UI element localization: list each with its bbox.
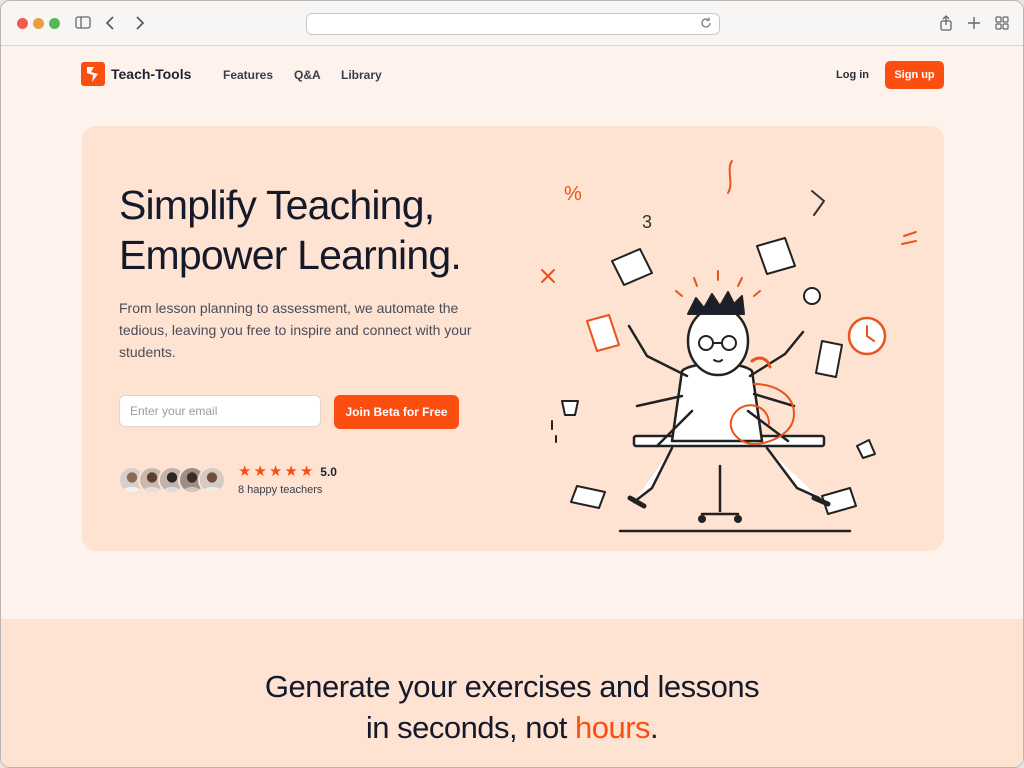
- login-link[interactable]: Log in: [836, 69, 869, 81]
- share-icon[interactable]: [936, 13, 956, 33]
- hero-title: Simplify Teaching, Empower Learning.: [119, 180, 539, 280]
- teacher-avatars: [118, 466, 230, 496]
- value-proposition-line-2: in seconds, not hours.: [1, 707, 1023, 748]
- logo-icon[interactable]: [81, 62, 105, 86]
- value-proposition-line-1: Generate your exercises and lessons: [264, 669, 760, 704]
- teacher-count: 8 happy teachers: [238, 484, 323, 496]
- star-icon: ★: [268, 463, 283, 480]
- back-icon[interactable]: [101, 13, 121, 33]
- reload-icon[interactable]: [699, 16, 713, 30]
- nav-link-features[interactable]: Features: [223, 68, 273, 82]
- overwhelmed-teacher-illustration: % 3: [541, 160, 917, 533]
- nav-link-qa[interactable]: Q&A: [294, 68, 321, 82]
- forward-icon[interactable]: [129, 13, 149, 33]
- hero-title-line-2: Empower Learning.: [119, 232, 462, 278]
- value-proposition-suffix: .: [650, 710, 659, 745]
- signup-button[interactable]: Sign up: [885, 61, 944, 89]
- address-bar[interactable]: [306, 13, 720, 35]
- svg-text:3: 3: [642, 212, 652, 232]
- svg-text:%: %: [564, 183, 582, 205]
- join-beta-button[interactable]: Join Beta for Free: [334, 395, 459, 429]
- value-proposition-heading: Generate your exercises and lessons in s…: [1, 666, 1023, 748]
- value-proposition-prefix: in seconds, not: [365, 710, 575, 745]
- minimize-window-button[interactable]: [33, 18, 44, 29]
- nav-link-library[interactable]: Library: [341, 68, 382, 82]
- new-tab-icon[interactable]: [964, 13, 984, 33]
- value-proposition-accent: hours: [574, 710, 651, 745]
- star-icon: ★: [238, 463, 252, 480]
- hero-title-line-1: Simplify Teaching,: [119, 182, 435, 228]
- browser-toolbar: [1, 1, 1023, 46]
- close-window-button[interactable]: [17, 18, 28, 29]
- hero-subtitle: From lesson planning to assessment, we a…: [119, 300, 472, 360]
- star-icon: ★: [253, 463, 267, 480]
- star-icon: ★: [299, 463, 314, 480]
- value-proposition-band: Generate your exercises and lessons in s…: [1, 619, 1023, 767]
- brand-name[interactable]: Teach-Tools: [111, 66, 191, 82]
- star-icon: ★: [284, 463, 298, 480]
- tab-overview-icon[interactable]: [992, 13, 1012, 33]
- sidebar-icon[interactable]: [73, 13, 93, 33]
- zoom-window-button[interactable]: [49, 18, 60, 29]
- browser-window: Teach-Tools Features Q&A Library Log in …: [0, 0, 1024, 768]
- rating: ★ ★ ★ ★ ★ 5.0: [238, 464, 337, 479]
- avatar: [198, 466, 226, 494]
- email-input[interactable]: [119, 395, 321, 427]
- page: Teach-Tools Features Q&A Library Log in …: [1, 46, 1023, 767]
- rating-value: 5.0: [320, 464, 337, 479]
- hero-section: Simplify Teaching, Empower Learning. Fro…: [82, 126, 944, 551]
